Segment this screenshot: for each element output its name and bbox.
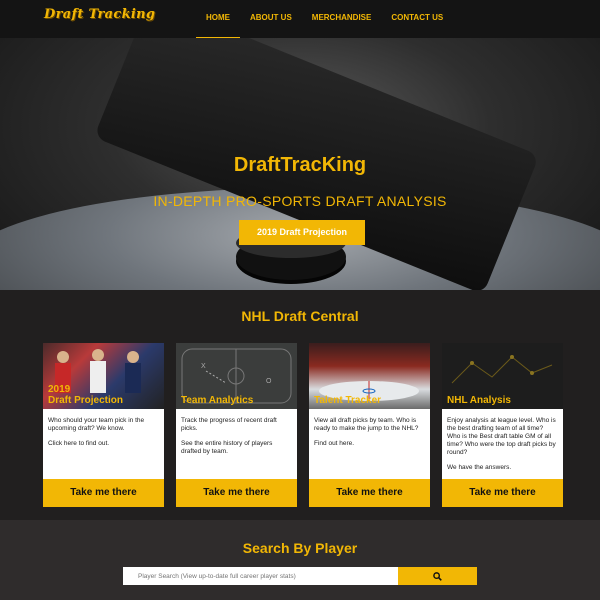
card-team-analytics: X O Team Analytics Track the progress of …: [176, 343, 297, 507]
card-talent-tracker: Talent Tracker View all draft picks by t…: [309, 343, 430, 507]
card-text: Track the progress of recent draft picks…: [181, 417, 277, 432]
site-logo[interactable]: Draft Tracking: [44, 7, 155, 22]
search-title: Search By Player: [242, 540, 358, 556]
hero-title: DraftTracKing: [233, 154, 367, 176]
card-text: Click here to find out.: [48, 440, 110, 447]
card-text: Find out here.: [314, 440, 355, 447]
svg-text:O: O: [266, 378, 272, 385]
search-icon: [433, 571, 442, 581]
search-button[interactable]: [398, 567, 477, 585]
section-title: NHL Draft Central: [241, 308, 359, 324]
card-title-line2: Talent Tracker: [314, 395, 382, 406]
hero-banner: DraftTracKing IN-DEPTH PRO-SPORTS DRAFT …: [0, 38, 600, 290]
top-nav: Draft Tracking HOME ABOUT US MERCHANDISE…: [0, 0, 600, 38]
nav-links: HOME ABOUT US MERCHANDISE CONTACT US: [196, 0, 453, 38]
take-me-there-button[interactable]: Take me there: [176, 479, 297, 507]
nav-about-link[interactable]: ABOUT US: [240, 0, 302, 38]
player-search-section: Search By Player: [0, 520, 600, 600]
nav-contact-link[interactable]: CONTACT US: [381, 0, 453, 38]
card-title-line2: NHL Analysis: [447, 395, 511, 406]
card-image: NHL Analysis: [442, 343, 563, 409]
card-title-line1: 2019: [48, 384, 71, 395]
card-body: View all draft picks by team. Who is rea…: [309, 409, 430, 479]
take-me-there-button[interactable]: Take me there: [309, 479, 430, 507]
card-draft-projection: 2019 Draft Projection Who should your te…: [43, 343, 164, 507]
draft-projection-button[interactable]: 2019 Draft Projection: [239, 220, 365, 245]
card-text: Enjoy analysis at league level. Who is t…: [447, 417, 556, 456]
nav-merchandise-link[interactable]: MERCHANDISE: [302, 0, 382, 38]
card-title: 2019 Draft Projection: [48, 384, 123, 406]
card-title-line2: Team Analytics: [181, 395, 254, 406]
take-me-there-button[interactable]: Take me there: [43, 479, 164, 507]
card-text: We have the answers.: [447, 464, 512, 471]
card-text: See the entire history of players drafte…: [181, 440, 273, 455]
card-title: Talent Tracker: [314, 395, 381, 406]
card-text: Who should your team pick in the upcomin…: [48, 417, 145, 432]
card-image: Talent Tracker: [309, 343, 430, 409]
card-text: View all draft picks by team. Who is rea…: [314, 417, 419, 432]
hero-subtitle: IN-DEPTH PRO-SPORTS DRAFT ANALYSIS: [153, 193, 447, 209]
card-image: 2019 Draft Projection: [43, 343, 164, 409]
card-image: X O Team Analytics: [176, 343, 297, 409]
card-body: Track the progress of recent draft picks…: [176, 409, 297, 479]
svg-text:X: X: [201, 363, 206, 370]
card-title-line2: Draft Projection: [48, 395, 124, 406]
player-search-input[interactable]: [123, 567, 398, 585]
nav-home-link[interactable]: HOME: [196, 0, 240, 38]
take-me-there-button[interactable]: Take me there: [442, 479, 563, 507]
card-body: Who should your team pick in the upcomin…: [43, 409, 164, 479]
card-body: Enjoy analysis at league level. Who is t…: [442, 409, 563, 479]
card-nhl-analysis: NHL Analysis Enjoy analysis at league le…: [442, 343, 563, 507]
card-title: Team Analytics: [181, 395, 253, 406]
card-title: NHL Analysis: [447, 395, 511, 406]
draft-central-section: NHL Draft Central 2019 Draft Projection …: [0, 290, 600, 520]
